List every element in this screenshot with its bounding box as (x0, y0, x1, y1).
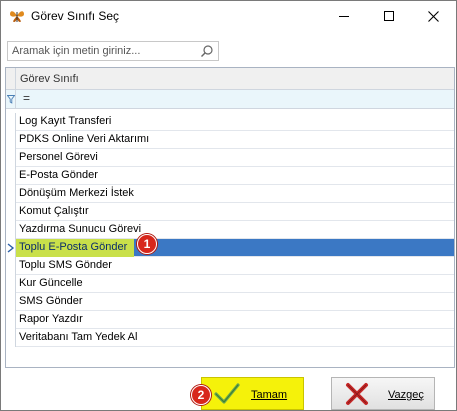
grid-header: Görev Sınıfı (6, 68, 454, 90)
table-row[interactable]: Yazdırma Sunucu Görevi (6, 221, 454, 239)
checkmark-icon (214, 382, 240, 406)
task-class-cell: Log Kayıt Transferi (19, 115, 112, 127)
row-indicator (6, 239, 16, 257)
minimize-icon (338, 16, 349, 17)
table-row[interactable]: PDKS Online Veri Aktarımı (6, 131, 454, 149)
row-indicator (6, 149, 16, 167)
ok-button[interactable]: Tamam (201, 377, 304, 410)
row-indicator (6, 329, 16, 347)
task-class-cell: PDKS Online Veri Aktarımı (19, 133, 150, 145)
close-icon (428, 10, 439, 22)
row-indicator (6, 185, 16, 203)
task-class-cell: Toplu E-Posta Gönder (19, 241, 128, 253)
row-indicator (6, 275, 16, 293)
step-badge-2: 2 (191, 385, 211, 405)
window-title: Görev Sınıfı Seç (31, 9, 120, 23)
table-row[interactable]: Rapor Yazdır (6, 311, 454, 329)
table-row[interactable]: E-Posta Gönder (6, 167, 454, 185)
butterfly-icon (9, 8, 25, 24)
table-row[interactable]: SMS Gönder (6, 293, 454, 311)
row-indicator (6, 221, 16, 239)
row-pointer-icon (7, 243, 15, 253)
title-bar: Görev Sınıfı Seç (1, 1, 456, 31)
row-indicator (6, 311, 16, 329)
minimize-button[interactable] (321, 1, 366, 31)
task-class-grid: Görev Sınıfı = Log Kayıt Transferi PDKS O… (5, 67, 455, 368)
dialog-window: Görev Sınıfı Seç Görev Sınıfı (0, 0, 457, 411)
row-indicator (6, 203, 16, 221)
auto-filter-row[interactable]: = (6, 90, 454, 109)
table-row[interactable]: Komut Çalıştır (6, 203, 454, 221)
row-indicator (6, 131, 16, 149)
search-input[interactable] (12, 44, 197, 58)
table-row[interactable]: Veritabanı Tam Yedek Al (6, 329, 454, 347)
task-class-cell: Yazdırma Sunucu Görevi (19, 223, 142, 235)
task-class-cell: Rapor Yazdır (19, 313, 83, 325)
header-indicator (6, 68, 16, 90)
row-indicator (6, 293, 16, 311)
row-indicator (6, 167, 16, 185)
task-class-cell: SMS Gönder (19, 295, 83, 307)
maximize-icon (383, 11, 394, 21)
task-class-cell: Dönüşüm Merkezi İstek (19, 187, 134, 199)
search-icon[interactable] (200, 44, 214, 58)
task-class-cell: Personel Görevi (19, 151, 98, 163)
close-button[interactable] (411, 1, 456, 31)
filter-operator[interactable]: = (23, 91, 30, 105)
table-row[interactable]: Personel Görevi (6, 149, 454, 167)
table-row[interactable]: Dönüşüm Merkezi İstek (6, 185, 454, 203)
table-row[interactable]: Log Kayıt Transferi (6, 113, 454, 131)
table-row[interactable]: Kur Güncelle (6, 275, 454, 293)
task-class-cell: Veritabanı Tam Yedek Al (19, 331, 138, 343)
task-class-cell: E-Posta Gönder (19, 169, 98, 181)
maximize-button[interactable] (366, 1, 411, 31)
column-header-task-class[interactable]: Görev Sınıfı (20, 73, 79, 85)
filter-icon (6, 90, 16, 109)
grid-rows: Log Kayıt Transferi PDKS Online Veri Akta… (6, 113, 454, 347)
cancel-button-label: Vazgeç (388, 389, 424, 401)
row-indicator (6, 113, 16, 131)
search-box (7, 41, 219, 61)
cross-icon (344, 382, 370, 406)
table-row[interactable]: Toplu E-Posta Gönder (6, 239, 454, 257)
row-indicator (6, 257, 16, 275)
table-row[interactable]: Toplu SMS Gönder (6, 257, 454, 275)
task-class-cell: Komut Çalıştır (19, 205, 89, 217)
task-class-cell: Toplu SMS Gönder (19, 259, 112, 271)
cancel-button[interactable]: Vazgeç (331, 377, 435, 410)
step-badge-1: 1 (137, 234, 157, 254)
task-class-cell: Kur Güncelle (19, 277, 83, 289)
ok-button-label: Tamam (251, 389, 288, 401)
